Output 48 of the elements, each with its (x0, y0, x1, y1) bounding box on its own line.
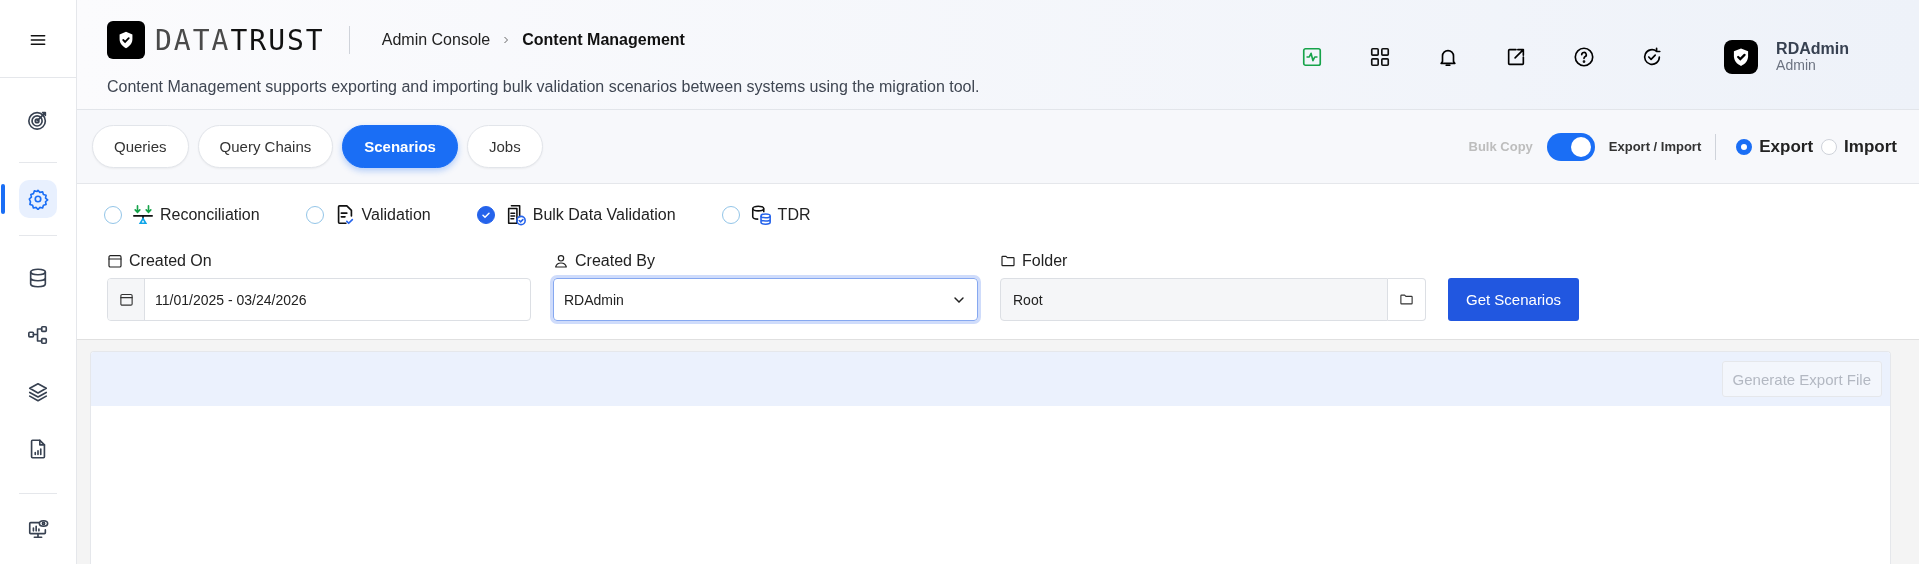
get-scenarios-button[interactable]: Get Scenarios (1448, 278, 1580, 321)
tab[interactable]: Jobs (466, 125, 543, 168)
radio-label: Reconciliation (160, 206, 260, 224)
logo-icon (107, 21, 145, 59)
page-description: Content Management supports exporting and importing bulk validation scenarios between systems using the migration tool. (107, 78, 981, 96)
user-name: RDAdmin (1776, 41, 1849, 57)
folder-field: Root (1000, 278, 1388, 321)
field-label: Created On (129, 252, 212, 270)
radio-label: Bulk Data Validation (532, 206, 676, 224)
database-icon (27, 267, 49, 290)
radio-button[interactable] (476, 206, 495, 224)
date-range-field[interactable]: 11/01/2025 - 03/24/2026 (107, 278, 531, 321)
target-icon (27, 109, 49, 132)
folder-icon (1000, 253, 1016, 269)
folder-icon (1399, 292, 1414, 307)
toggle-label: Bulk Copy (1468, 139, 1533, 154)
user-icon (553, 253, 569, 269)
radio-label: Import (1844, 136, 1897, 157)
user-dropdown[interactable]: RDAdmin (553, 278, 978, 321)
grid-icon[interactable] (1369, 46, 1392, 68)
hierarchy-icon (27, 324, 49, 347)
settings-icon (27, 188, 49, 211)
monitor-icon (27, 518, 49, 540)
database-stack-icon (749, 204, 772, 226)
field-label: Created By (575, 252, 656, 270)
radio-label: Export (1759, 136, 1814, 157)
activity-icon[interactable] (1301, 46, 1324, 68)
layers-icon (27, 381, 49, 404)
refresh-check-icon[interactable] (1641, 46, 1664, 68)
toggle-switch[interactable] (1546, 132, 1595, 161)
logo-text: DATATRUST (155, 23, 325, 57)
radio-label: TDR (777, 206, 811, 224)
tab[interactable]: Query Chains (197, 125, 334, 168)
tab[interactable]: Scenarios (342, 125, 458, 168)
help-icon[interactable] (1573, 46, 1596, 68)
field-label: Folder (1022, 252, 1068, 270)
toggle-label: Export / Import (1608, 139, 1702, 154)
browse-button[interactable] (1388, 278, 1426, 321)
tab[interactable]: Queries (92, 125, 189, 168)
radio-label: Validation (361, 206, 431, 224)
scale-icon (132, 204, 154, 226)
breadcrumb-item: Content Management (522, 31, 685, 49)
calendar-icon (118, 292, 134, 307)
radio-button[interactable] (1736, 138, 1753, 155)
calendar-icon (107, 253, 123, 269)
user-role: Admin (1776, 57, 1817, 73)
avatar-icon[interactable] (1724, 40, 1759, 74)
breadcrumb-item[interactable]: Admin Console (381, 31, 491, 49)
